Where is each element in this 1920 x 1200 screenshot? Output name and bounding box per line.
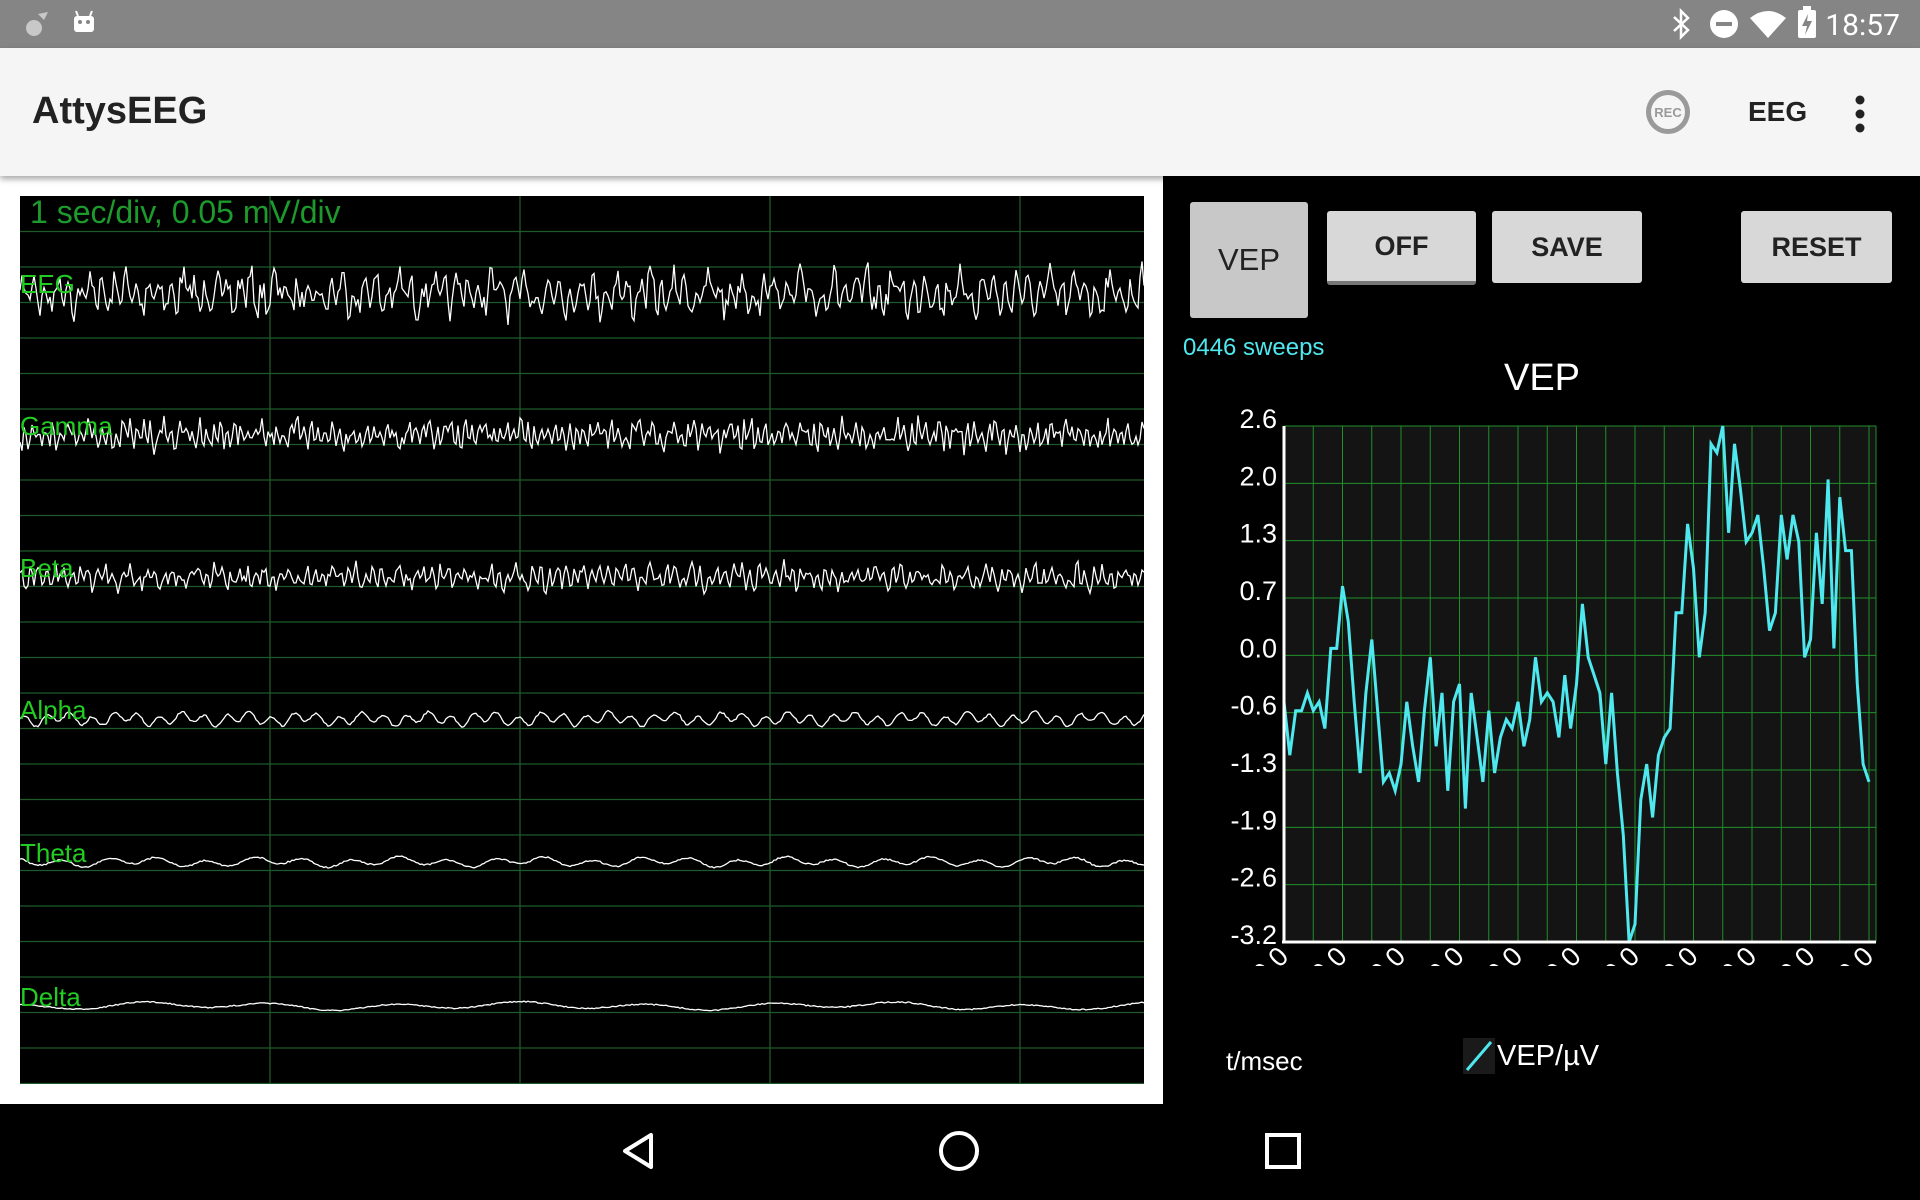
eeg-trace-delta: [20, 1000, 1144, 1012]
back-icon: [623, 1133, 653, 1169]
plot-area: [1284, 426, 1876, 940]
channel-label-gamma: Gamma: [20, 411, 113, 441]
y-tick-label: 0.7: [1239, 576, 1277, 606]
debug-icon: [22, 10, 52, 45]
eeg-oscilloscope: EEG Gamma Beta Alpha Theta Delta 1 sec/div, 0…: [20, 194, 1144, 1084]
channel-label-beta: Beta: [20, 553, 74, 583]
vep-button[interactable]: VEP: [1190, 202, 1308, 318]
eeg-trace-beta: [20, 559, 1144, 596]
channel-label-delta: Delta: [20, 982, 81, 1012]
eeg-menu-button[interactable]: EEG: [1748, 96, 1807, 128]
y-tick-label: -2.6: [1230, 863, 1277, 893]
recents-button[interactable]: [1258, 1126, 1308, 1176]
more-vert-icon: [1855, 95, 1865, 133]
battery-charging-icon: [1796, 6, 1818, 45]
wifi-icon: [1748, 8, 1788, 45]
off-toggle-button[interactable]: OFF: [1327, 211, 1476, 285]
channel-label-eeg: EEG: [20, 269, 75, 299]
navigation-bar: [0, 1104, 1920, 1200]
legend-label: VEP/µV: [1497, 1039, 1600, 1072]
do-not-disturb-icon: [1708, 8, 1740, 45]
rec-icon: REC: [1646, 90, 1690, 134]
y-tick-label: 1.3: [1239, 519, 1277, 549]
x-tick-label: 50.0: [1294, 941, 1352, 966]
vep-panel: VEP OFF SAVE RESET 0446 sweeps VEP 2.6 2.…: [1163, 176, 1920, 1104]
recents-icon: [1265, 1133, 1301, 1169]
home-icon: [939, 1131, 979, 1171]
legend-swatch: [1463, 1038, 1495, 1074]
chart-title: VEP: [1504, 357, 1580, 399]
y-tick-label: 2.0: [1239, 461, 1277, 491]
home-button[interactable]: [934, 1126, 984, 1176]
back-button[interactable]: [615, 1126, 665, 1176]
eeg-trace-alpha: [20, 709, 1144, 728]
android-icon: [70, 8, 98, 41]
status-bar: 18:57: [0, 0, 1920, 48]
legend: VEP/µV: [1463, 1038, 1599, 1074]
app-title: AttysEEG: [32, 90, 208, 132]
scale-label: 1 sec/div, 0.05 mV/div: [30, 194, 341, 230]
clock: 18:57: [1825, 8, 1900, 43]
overflow-menu-button[interactable]: [1846, 92, 1874, 136]
eeg-trace-eeg: [20, 261, 1144, 326]
y-tick-label: -1.3: [1230, 748, 1277, 778]
channel-label-alpha: Alpha: [20, 695, 87, 725]
bluetooth-icon: [1670, 7, 1694, 45]
rec-label: REC: [1654, 105, 1682, 120]
y-tick-label: 2.6: [1239, 404, 1277, 434]
eeg-trace-gamma: [20, 415, 1144, 456]
y-tick-label: -1.9: [1230, 805, 1277, 835]
vep-chart: VEP 2.62.01.30.70.0-0.6-1.3-1.9-2.6-3.2 …: [1230, 357, 1879, 966]
reset-button[interactable]: RESET: [1741, 211, 1892, 283]
y-tick-label: -0.6: [1230, 691, 1277, 721]
channel-label-theta: Theta: [20, 838, 87, 868]
x-axis-label: t/msec: [1226, 1046, 1303, 1076]
record-button[interactable]: REC: [1644, 88, 1692, 136]
eeg-trace-theta: [20, 855, 1144, 869]
app-bar: AttysEEG REC EEG: [0, 48, 1920, 176]
y-tick-label: 0.0: [1239, 633, 1277, 663]
save-button[interactable]: SAVE: [1492, 211, 1642, 283]
